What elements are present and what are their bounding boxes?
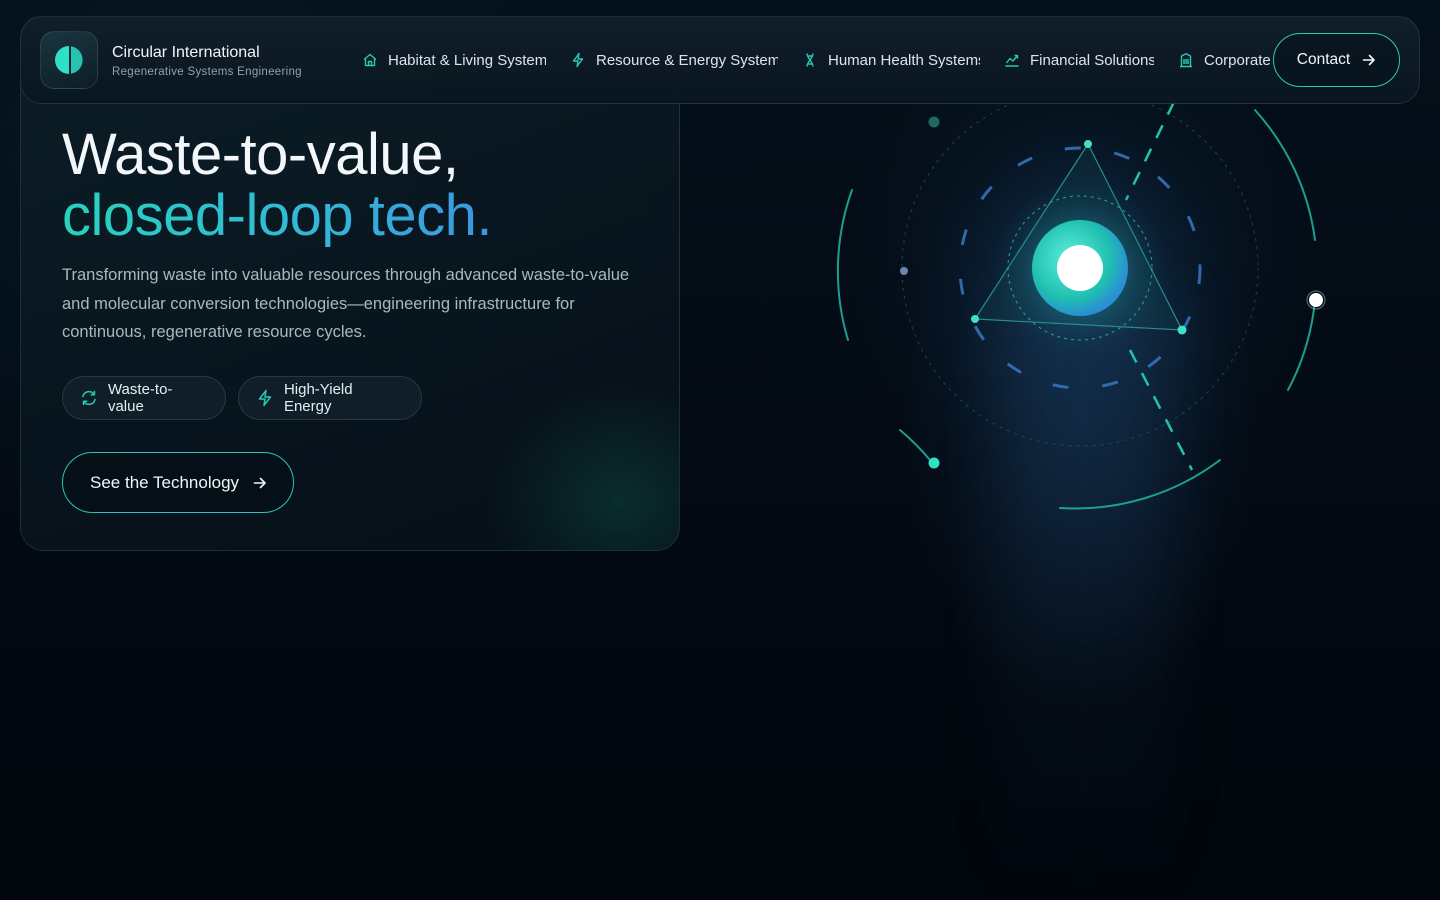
- top-navigation: Circular International Regenerative Syst…: [20, 16, 1420, 104]
- hero-card: Waste-to-value, closed-loop tech. Transf…: [20, 60, 680, 551]
- tag-label: Waste-to-value: [107, 381, 173, 415]
- nav-menu: Habitat & Living System Resource & Energ…: [362, 17, 1298, 103]
- brand-name: Circular International: [112, 43, 260, 61]
- home-icon: [363, 53, 377, 67]
- cta-label: See the Technology: [90, 472, 240, 492]
- hero-headline-line2: closed-loop tech.: [62, 183, 492, 248]
- recycle-icon: [82, 390, 96, 406]
- contact-label: Contact: [1296, 51, 1351, 68]
- orbital-graphic: [836, 40, 1326, 510]
- nav-item-label: Human Health Systems: [828, 51, 980, 69]
- tag-waste-to-value[interactable]: Waste-to-value: [62, 376, 226, 420]
- arrow-right-icon: [1362, 54, 1376, 66]
- brand-tagline: Regenerative Systems Engineering: [112, 65, 302, 78]
- contact-button[interactable]: Contact: [1273, 33, 1400, 87]
- nav-item-corporate[interactable]: Corporate: [1178, 52, 1274, 69]
- nav-item-habitat[interactable]: Habitat & Living System: [362, 52, 546, 69]
- nav-item-label: Financial Solutions: [1030, 51, 1154, 69]
- nav-item-label: Corporate: [1204, 51, 1271, 69]
- nav-item-label: Habitat & Living System: [388, 51, 546, 69]
- tag-label: High-Yield Energy: [283, 381, 353, 415]
- hero-description: Transforming waste into valuable resourc…: [62, 266, 630, 341]
- chart-icon: [1005, 54, 1019, 67]
- bolt-icon: [258, 389, 272, 407]
- brand[interactable]: Circular International Regenerative Syst…: [40, 31, 340, 89]
- nav-item-financial[interactable]: Financial Solutions: [1004, 52, 1154, 69]
- nav-item-resource-energy[interactable]: Resource & Energy System: [570, 52, 778, 69]
- hero-headline-line1: Waste-to-value,: [62, 122, 459, 187]
- see-technology-button[interactable]: See the Technology: [62, 452, 294, 513]
- logo-icon: [40, 31, 98, 89]
- nav-item-human-health[interactable]: Human Health Systems: [802, 52, 980, 69]
- bolt-icon: [572, 52, 584, 68]
- nav-item-label: Resource & Energy System: [596, 51, 778, 69]
- dna-icon: [806, 53, 814, 67]
- tag-high-yield-energy[interactable]: High-Yield Energy: [238, 376, 422, 420]
- building-icon: [1180, 53, 1192, 68]
- arrow-right-icon: [253, 477, 266, 488]
